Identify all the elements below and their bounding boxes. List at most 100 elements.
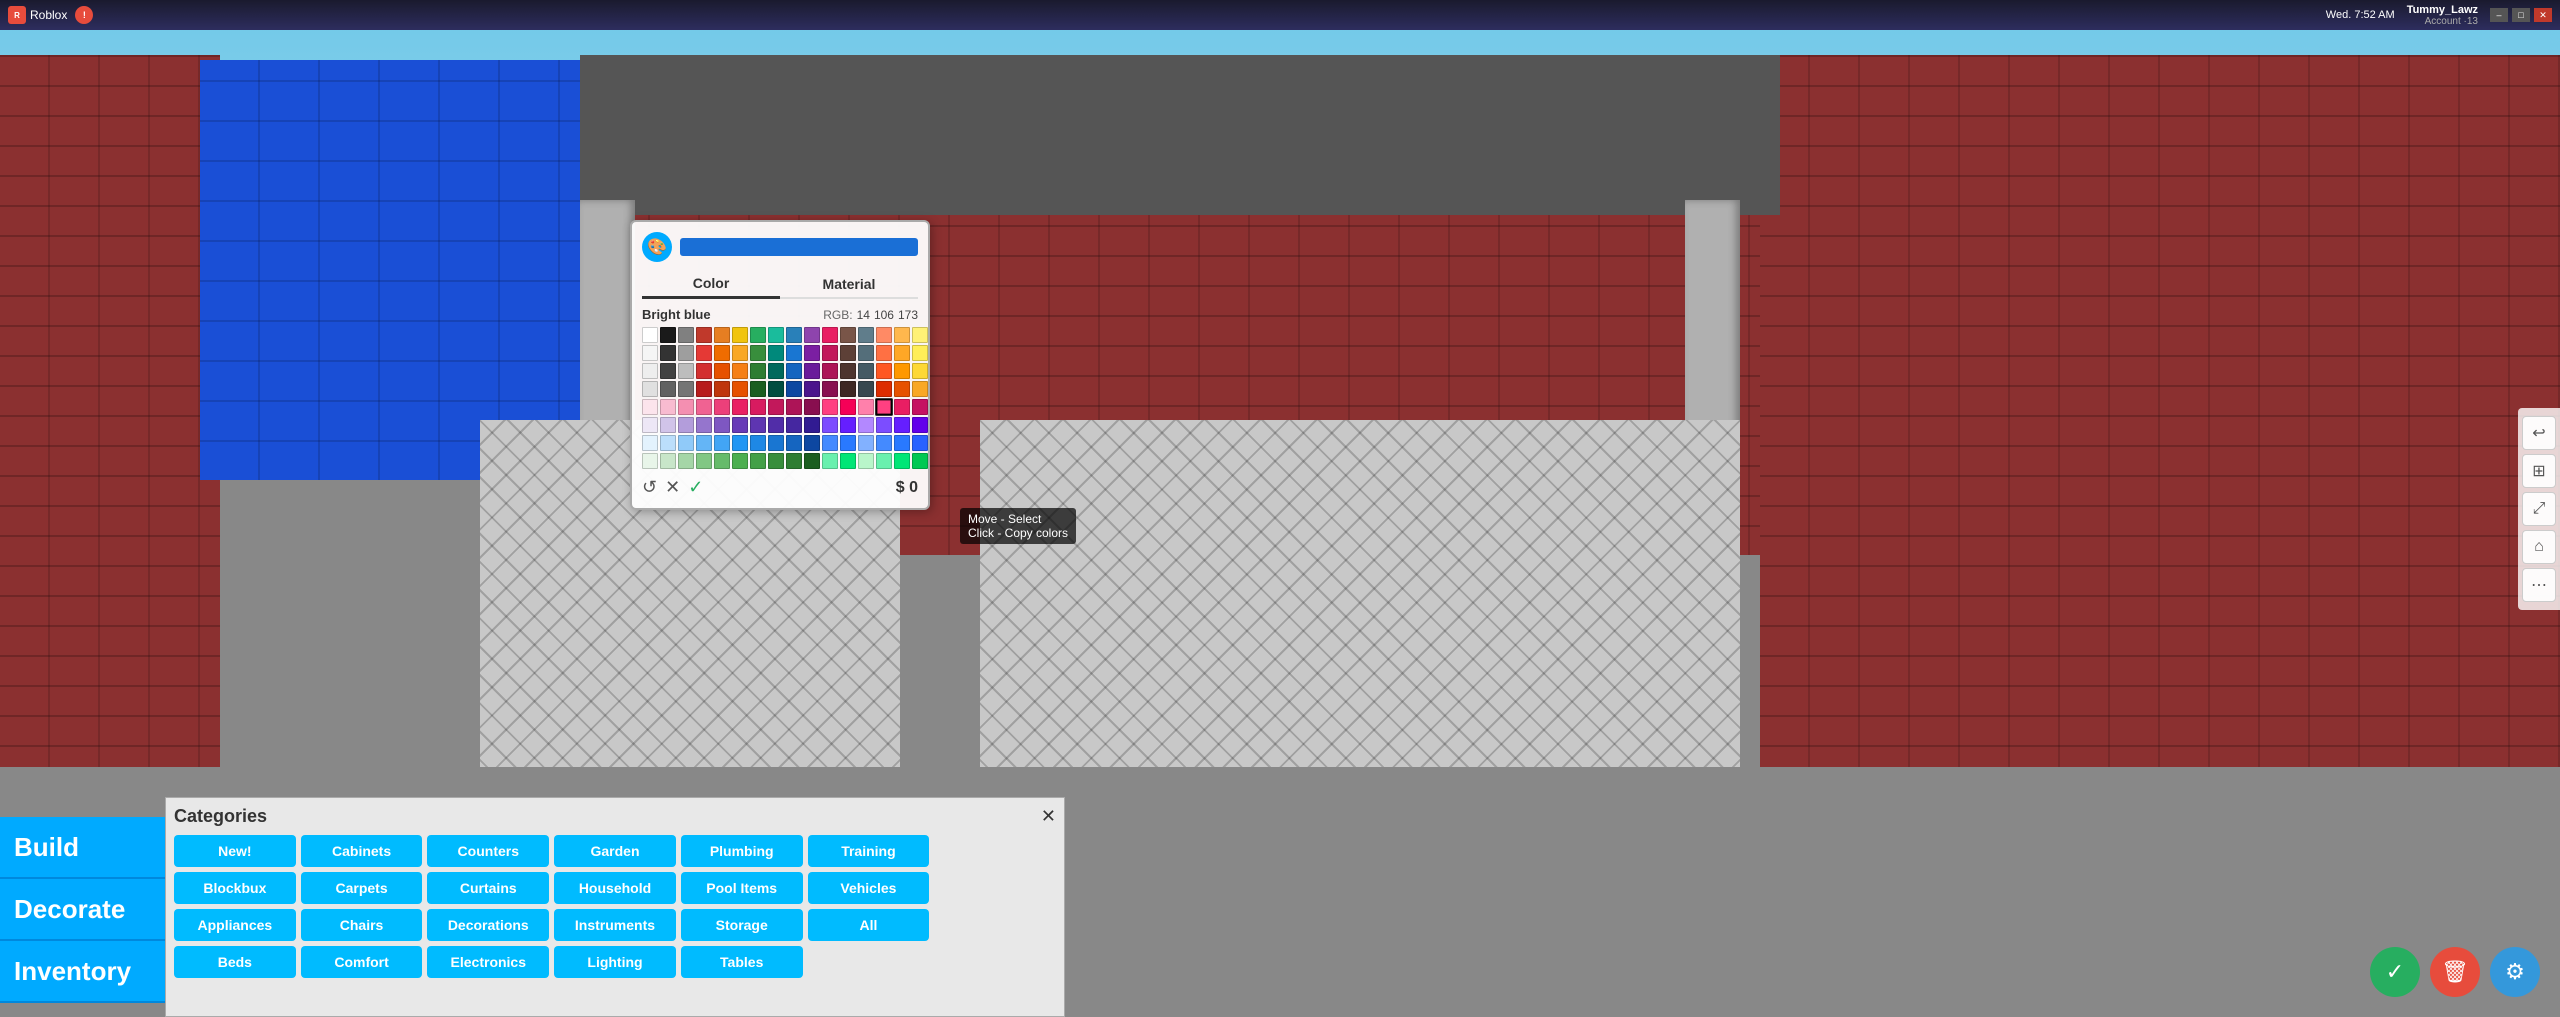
color-swatch-59[interactable] bbox=[840, 381, 856, 397]
color-swatch-112[interactable] bbox=[642, 453, 658, 469]
color-swatch-108[interactable] bbox=[858, 435, 874, 451]
color-swatch-116[interactable] bbox=[714, 453, 730, 469]
color-swatch-30[interactable] bbox=[894, 345, 910, 361]
color-swatch-81[interactable] bbox=[660, 417, 676, 433]
color-swatch-77[interactable] bbox=[875, 398, 893, 416]
color-swatch-24[interactable] bbox=[786, 345, 802, 361]
tab-material[interactable]: Material bbox=[780, 270, 918, 297]
color-swatch-51[interactable] bbox=[696, 381, 712, 397]
color-swatch-125[interactable] bbox=[876, 453, 892, 469]
color-swatch-6[interactable] bbox=[750, 327, 766, 343]
color-swatch-54[interactable] bbox=[750, 381, 766, 397]
color-swatch-85[interactable] bbox=[732, 417, 748, 433]
color-swatch-7[interactable] bbox=[768, 327, 784, 343]
color-swatch-76[interactable] bbox=[858, 399, 874, 415]
color-swatch-126[interactable] bbox=[894, 453, 910, 469]
color-swatch-56[interactable] bbox=[786, 381, 802, 397]
color-swatch-70[interactable] bbox=[750, 399, 766, 415]
color-swatch-27[interactable] bbox=[840, 345, 856, 361]
color-swatch-50[interactable] bbox=[678, 381, 694, 397]
decorate-button[interactable]: Decorate bbox=[0, 879, 165, 941]
color-swatch-123[interactable] bbox=[840, 453, 856, 469]
color-swatch-120[interactable] bbox=[786, 453, 802, 469]
color-swatch-22[interactable] bbox=[750, 345, 766, 361]
cat-tables[interactable]: Tables bbox=[681, 946, 803, 978]
color-swatch-111[interactable] bbox=[912, 435, 928, 451]
color-swatch-96[interactable] bbox=[642, 435, 658, 451]
color-swatch-23[interactable] bbox=[768, 345, 784, 361]
color-swatch-62[interactable] bbox=[894, 381, 910, 397]
inventory-button[interactable]: Inventory bbox=[0, 941, 165, 1003]
color-swatch-93[interactable] bbox=[876, 417, 892, 433]
color-swatch-113[interactable] bbox=[660, 453, 676, 469]
color-swatch-57[interactable] bbox=[804, 381, 820, 397]
cat-carpets[interactable]: Carpets bbox=[301, 872, 423, 904]
color-swatch-110[interactable] bbox=[894, 435, 910, 451]
color-swatch-73[interactable] bbox=[804, 399, 820, 415]
color-swatch-60[interactable] bbox=[858, 381, 874, 397]
cat-vehicles[interactable]: Vehicles bbox=[808, 872, 930, 904]
color-swatch-122[interactable] bbox=[822, 453, 838, 469]
color-swatch-10[interactable] bbox=[822, 327, 838, 343]
undo-tool-button[interactable]: ↩ bbox=[2522, 416, 2556, 450]
color-swatch-78[interactable] bbox=[894, 399, 910, 415]
cat-all[interactable]: All bbox=[808, 909, 930, 941]
color-swatch-47[interactable] bbox=[912, 363, 928, 379]
cat-electronics[interactable]: Electronics bbox=[427, 946, 549, 978]
color-swatch-84[interactable] bbox=[714, 417, 730, 433]
color-swatch-8[interactable] bbox=[786, 327, 802, 343]
move-tool-button[interactable]: ⤢ bbox=[2522, 492, 2556, 526]
color-swatch-105[interactable] bbox=[804, 435, 820, 451]
color-swatch-43[interactable] bbox=[840, 363, 856, 379]
color-swatch-68[interactable] bbox=[714, 399, 730, 415]
color-swatch-45[interactable] bbox=[876, 363, 892, 379]
color-swatch-14[interactable] bbox=[894, 327, 910, 343]
color-swatch-72[interactable] bbox=[786, 399, 802, 415]
cat-garden[interactable]: Garden bbox=[554, 835, 676, 867]
color-swatch-74[interactable] bbox=[822, 399, 838, 415]
color-swatch-89[interactable] bbox=[804, 417, 820, 433]
color-swatch-5[interactable] bbox=[732, 327, 748, 343]
cat-instruments[interactable]: Instruments bbox=[554, 909, 676, 941]
color-swatch-48[interactable] bbox=[642, 381, 658, 397]
cat-pool-items[interactable]: Pool Items bbox=[681, 872, 803, 904]
color-swatch-28[interactable] bbox=[858, 345, 874, 361]
color-swatch-0[interactable] bbox=[642, 327, 658, 343]
color-swatch-95[interactable] bbox=[912, 417, 928, 433]
more-tool-button[interactable]: ⋯ bbox=[2522, 568, 2556, 602]
color-swatch-53[interactable] bbox=[732, 381, 748, 397]
cat-chairs[interactable]: Chairs bbox=[301, 909, 423, 941]
color-swatch-16[interactable] bbox=[642, 345, 658, 361]
color-swatch-18[interactable] bbox=[678, 345, 694, 361]
settings-action-button[interactable]: ⚙ bbox=[2490, 947, 2540, 997]
cat-comfort[interactable]: Comfort bbox=[301, 946, 423, 978]
color-swatch-98[interactable] bbox=[678, 435, 694, 451]
color-swatch-1[interactable] bbox=[660, 327, 676, 343]
cat-decorations[interactable]: Decorations bbox=[427, 909, 549, 941]
color-swatch-75[interactable] bbox=[840, 399, 856, 415]
color-swatch-92[interactable] bbox=[858, 417, 874, 433]
color-swatch-35[interactable] bbox=[696, 363, 712, 379]
color-swatch-17[interactable] bbox=[660, 345, 676, 361]
color-swatch-106[interactable] bbox=[822, 435, 838, 451]
color-swatch-79[interactable] bbox=[912, 399, 928, 415]
cat-household[interactable]: Household bbox=[554, 872, 676, 904]
color-swatch-90[interactable] bbox=[822, 417, 838, 433]
cat-storage[interactable]: Storage bbox=[681, 909, 803, 941]
color-swatch-124[interactable] bbox=[858, 453, 874, 469]
color-swatch-82[interactable] bbox=[678, 417, 694, 433]
color-swatch-61[interactable] bbox=[876, 381, 892, 397]
color-swatch-34[interactable] bbox=[678, 363, 694, 379]
color-swatch-52[interactable] bbox=[714, 381, 730, 397]
color-swatch-2[interactable] bbox=[678, 327, 694, 343]
color-swatch-20[interactable] bbox=[714, 345, 730, 361]
build-button[interactable]: Build bbox=[0, 817, 165, 879]
color-swatch-58[interactable] bbox=[822, 381, 838, 397]
color-swatch-46[interactable] bbox=[894, 363, 910, 379]
color-swatch-38[interactable] bbox=[750, 363, 766, 379]
color-swatch-29[interactable] bbox=[876, 345, 892, 361]
color-swatch-9[interactable] bbox=[804, 327, 820, 343]
color-swatch-13[interactable] bbox=[876, 327, 892, 343]
cat-cabinets[interactable]: Cabinets bbox=[301, 835, 423, 867]
color-swatch-44[interactable] bbox=[858, 363, 874, 379]
